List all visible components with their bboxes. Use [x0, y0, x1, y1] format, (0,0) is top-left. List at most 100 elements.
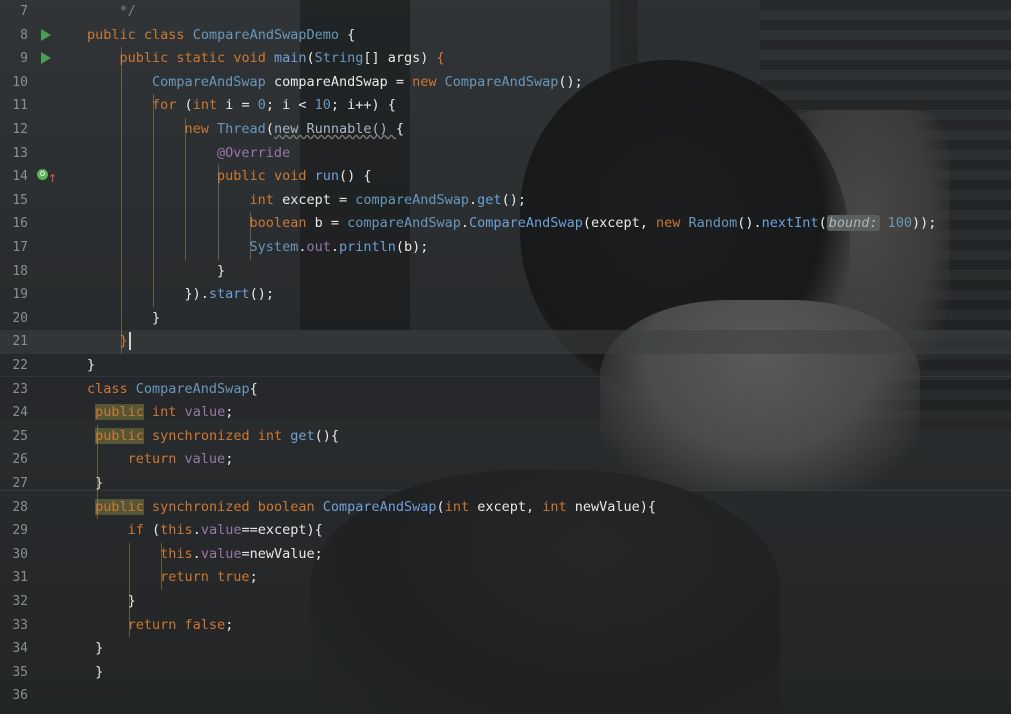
line-number: 11	[12, 98, 28, 114]
code-text[interactable]: public static void main(String[] args) {	[87, 47, 445, 71]
line-number: 32	[12, 594, 28, 609]
code-editor[interactable]: 7 */ 8 public class CompareAndSwapDemo {9 …	[0, 0, 1011, 714]
code-token: CompareAndSwap	[444, 73, 559, 90]
code-text[interactable]: public int value;	[87, 401, 233, 425]
code-text[interactable]: public class CompareAndSwapDemo {	[87, 24, 355, 48]
code-line[interactable]: 30 this.value=newValue;	[0, 543, 1011, 567]
code-token: (	[306, 50, 315, 67]
code-line[interactable]: 22}	[0, 354, 1011, 378]
line-number: 23	[12, 381, 28, 397]
code-text[interactable]: }	[87, 260, 225, 284]
line-number: 20	[12, 310, 28, 326]
code-text[interactable]: if (this.value==except){	[87, 519, 323, 543]
run-gutter[interactable]	[39, 24, 53, 48]
code-text[interactable]: }	[87, 472, 103, 496]
code-text[interactable]: new Thread(new Runnable() {	[87, 118, 405, 142]
code-line[interactable]: 25 public synchronized int get(){	[0, 425, 1011, 449]
code-text[interactable]: CompareAndSwap compareAndSwap = new Comp…	[87, 71, 583, 95]
code-text[interactable]: }	[87, 661, 103, 685]
code-text[interactable]: */	[87, 0, 136, 24]
code-token: value	[184, 404, 226, 421]
run-icon[interactable]	[41, 52, 51, 65]
code-line[interactable]: 35 }	[0, 661, 1011, 685]
code-token: b =	[314, 215, 348, 232]
code-token: except =	[282, 191, 356, 208]
code-text[interactable]: }	[87, 330, 131, 354]
text-caret	[128, 332, 131, 351]
code-line[interactable]: 27 }	[0, 472, 1011, 496]
code-text[interactable]: }	[87, 354, 95, 378]
code-token: compareAndSwap	[347, 215, 461, 232]
line-number: 24	[12, 405, 28, 421]
code-line[interactable]: 34 }	[0, 637, 1011, 661]
code-line[interactable]: 13 @Override	[0, 142, 1011, 166]
line-number: 36	[12, 688, 28, 704]
code-line[interactable]: 7 */	[0, 0, 1011, 24]
code-text[interactable]: public void run() {	[87, 165, 371, 189]
code-token: nextInt	[761, 215, 819, 232]
code-token: }).	[87, 286, 209, 303]
code-text[interactable]: return value;	[87, 448, 234, 472]
code-token: .	[469, 191, 478, 208]
code-line[interactable]: 23 class CompareAndSwap{	[0, 378, 1011, 402]
code-line[interactable]: 11 for (int i = 0; i < 10; i++) {	[0, 94, 1011, 118]
code-text[interactable]: class CompareAndSwap{	[87, 378, 258, 402]
code-token: run	[314, 168, 339, 185]
run-icon[interactable]	[41, 28, 51, 41]
code-text[interactable]: return false;	[87, 614, 234, 638]
code-token: println	[339, 239, 396, 255]
code-token: return	[87, 616, 185, 633]
code-token: get	[477, 191, 502, 208]
code-line[interactable]: 16 boolean b = compareAndSwap.CompareAnd…	[0, 212, 1011, 236]
code-line[interactable]: 20 }	[0, 307, 1011, 331]
code-line[interactable]: 28 public synchronized boolean CompareAn…	[0, 496, 1011, 520]
code-token: (b);	[395, 239, 429, 255]
code-line[interactable]: 29 if (this.value==except){	[0, 519, 1011, 543]
code-line[interactable]: 19 }).start();	[0, 283, 1011, 307]
code-line[interactable]: 8 public class CompareAndSwapDemo {	[0, 24, 1011, 48]
code-line[interactable]: 26 return value;	[0, 448, 1011, 472]
line-number: 29	[12, 523, 28, 539]
code-token: value	[200, 522, 242, 539]
code-line[interactable]: 17 System.out.println(b);	[0, 236, 1011, 260]
code-line[interactable]: 31 return true;	[0, 566, 1011, 590]
code-line[interactable]: 9 public static void main(String[] args)…	[0, 47, 1011, 71]
code-line[interactable]: 36	[0, 684, 1011, 708]
code-line[interactable]: 18 }	[0, 260, 1011, 284]
code-text[interactable]: this.value=newValue;	[87, 543, 323, 567]
code-token: (	[436, 498, 445, 515]
code-text[interactable]: return true;	[87, 566, 258, 590]
code-token: (){	[314, 427, 340, 444]
code-token: ;	[225, 616, 234, 633]
code-token: =newValue;	[241, 545, 323, 562]
code-line[interactable]: 33 return false;	[0, 614, 1011, 638]
implements-method-icon[interactable]: o	[37, 169, 48, 181]
code-line[interactable]: 32 }	[0, 590, 1011, 614]
code-text[interactable]: boolean b = compareAndSwap.CompareAndSwa…	[87, 212, 936, 236]
code-line[interactable]: 15 int except = compareAndSwap.get();	[0, 189, 1011, 213]
code-token: ;	[225, 404, 234, 421]
code-text[interactable]: }	[87, 307, 160, 331]
run-gutter[interactable]	[39, 47, 53, 71]
code-line[interactable]: 21 }	[0, 330, 1011, 354]
override-gutter[interactable]: o ↑	[37, 165, 57, 189]
indent-guide	[218, 165, 219, 260]
code-text[interactable]: }	[87, 637, 103, 661]
code-text[interactable]: public synchronized boolean CompareAndSw…	[87, 496, 656, 520]
code-token: 0	[257, 97, 266, 114]
code-line[interactable]: 14 o ↑ public void run() {	[0, 165, 1011, 189]
code-line[interactable]: 10 CompareAndSwap compareAndSwap = new C…	[0, 71, 1011, 95]
code-text[interactable]: for (int i = 0; i < 10; i++) {	[87, 94, 396, 118]
code-token: CompareAndSwapDemo	[192, 26, 348, 43]
code-token: ));	[912, 215, 937, 232]
code-token: 10	[314, 97, 331, 114]
code-token: main	[273, 50, 307, 67]
code-line[interactable]: 24 public int value;	[0, 401, 1011, 425]
code-token: newValue){	[574, 498, 657, 515]
code-text[interactable]: System.out.println(b);	[87, 236, 429, 260]
code-line[interactable]: 12 new Thread(new Runnable() {	[0, 118, 1011, 142]
code-text[interactable]: public synchronized int get(){	[87, 425, 339, 449]
code-text[interactable]: @Override	[87, 142, 290, 166]
code-token: Thread	[217, 121, 266, 137]
code-text[interactable]: }).start();	[87, 283, 274, 307]
